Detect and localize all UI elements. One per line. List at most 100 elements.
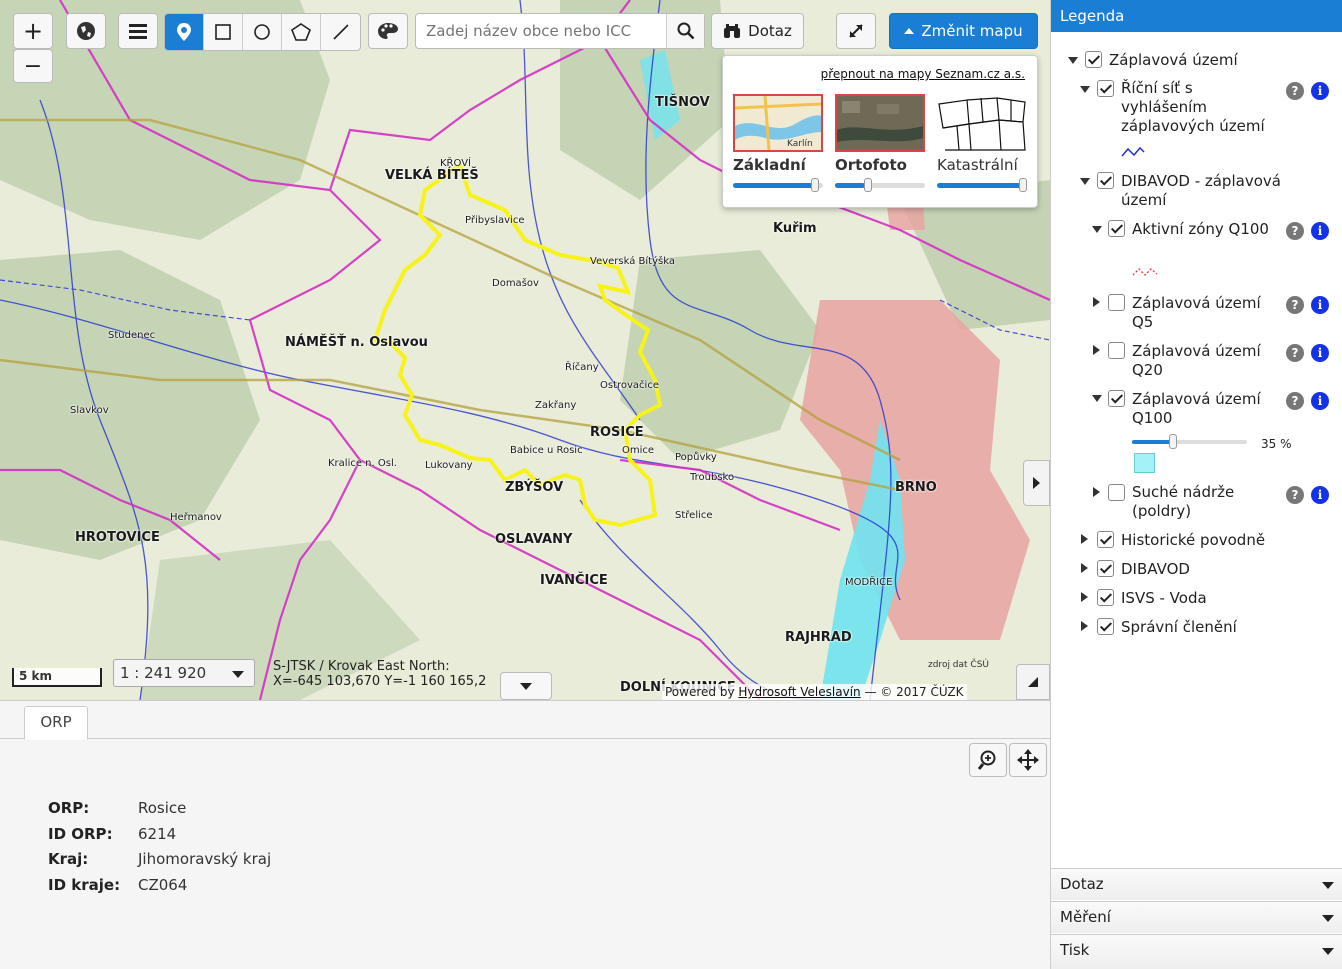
- layer-q5[interactable]: Záplavová území Q5: [1132, 294, 1272, 332]
- info-icon[interactable]: i: [1311, 82, 1329, 100]
- slider-fill: [937, 183, 1023, 188]
- layer-dibavod-zaplavova[interactable]: DIBAVOD - záplavová území: [1121, 172, 1301, 210]
- layer-ricni-sit[interactable]: Říční síť s vyhlášením záplavových území: [1121, 79, 1271, 136]
- map-view[interactable]: TIŠNOV VELKÁ BÍTEŠ KŘOVÍ NÁMĚŠŤ n. Oslavou R…: [0, 0, 1050, 700]
- expand-arrow-icon[interactable]: [1081, 534, 1088, 544]
- scale-bar: 5 km: [12, 668, 102, 687]
- expand-arrow-icon[interactable]: [1081, 592, 1088, 602]
- draw-polygon-button[interactable]: [282, 14, 321, 50]
- draw-line-button[interactable]: [321, 14, 360, 50]
- checkbox-spravni[interactable]: [1097, 618, 1114, 635]
- info-icon[interactable]: i: [1311, 392, 1329, 410]
- scale-select[interactable]: 1 : 241 920: [113, 659, 255, 687]
- river-network-symbol: [1121, 146, 1145, 157]
- zoom-in-button[interactable]: +: [13, 13, 53, 49]
- checkbox-historicke[interactable]: [1097, 531, 1114, 548]
- search-button[interactable]: [666, 14, 704, 48]
- checkbox-q100[interactable]: [1108, 390, 1125, 407]
- zoom-to-feature-button[interactable]: [969, 743, 1007, 777]
- globe-button[interactable]: [66, 13, 106, 49]
- help-icon[interactable]: ?: [1286, 344, 1304, 362]
- slider-handle[interactable]: [1169, 434, 1178, 449]
- q100-opacity-slider[interactable]: [1132, 434, 1247, 449]
- expand-arrow-icon[interactable]: [1081, 563, 1088, 573]
- layer-isvs-voda[interactable]: ISVS - Voda: [1121, 589, 1207, 608]
- checkbox-zaplavova-uzemi[interactable]: [1085, 51, 1102, 68]
- seznam-maps-link[interactable]: přepnout na mapy Seznam.cz a.s.: [821, 67, 1025, 81]
- checkbox-dibavod-zaplavova[interactable]: [1097, 172, 1114, 189]
- checkbox-q5[interactable]: [1108, 294, 1125, 311]
- slider-handle[interactable]: [863, 178, 872, 192]
- accordion-tisk[interactable]: Tisk: [1051, 934, 1342, 969]
- checkbox-suche-nadrze[interactable]: [1108, 484, 1125, 501]
- feature-attributes: ORP: Rosice ID ORP: 6214 Kraj: Jihomoravský k…: [48, 796, 271, 898]
- help-icon[interactable]: ?: [1286, 222, 1304, 240]
- layer-q100[interactable]: Záplavová území Q100: [1132, 390, 1272, 428]
- search-input[interactable]: [416, 14, 666, 48]
- collapse-arrow-icon[interactable]: [1080, 178, 1090, 185]
- draw-circle-button[interactable]: [243, 14, 282, 50]
- expand-arrow-icon[interactable]: [1093, 297, 1100, 307]
- accordion-mereni[interactable]: Měření: [1051, 901, 1342, 933]
- attribute-row: ID kraje: CZ064: [48, 873, 271, 899]
- attribute-row: ID ORP: 6214: [48, 822, 271, 848]
- draw-point-button[interactable]: [165, 14, 204, 50]
- expand-arrow-icon[interactable]: [1081, 621, 1088, 631]
- basemap-cadastral-opacity-slider[interactable]: [937, 178, 1027, 192]
- info-icon[interactable]: i: [1311, 486, 1329, 504]
- layer-historicke-povodne[interactable]: Historické povodně: [1121, 531, 1265, 550]
- layer-q20[interactable]: Záplavová území Q20: [1132, 342, 1272, 380]
- basemap-cadastral[interactable]: Katastrální: [937, 94, 1027, 192]
- info-icon[interactable]: i: [1311, 222, 1329, 240]
- basemap-basic[interactable]: Karlín Základní: [733, 94, 823, 192]
- checkbox-aktivni-zony[interactable]: [1108, 220, 1125, 237]
- layer-suche-nadrze[interactable]: Suché nádrže (poldry): [1132, 483, 1272, 521]
- collapse-arrow-icon[interactable]: [1068, 57, 1078, 64]
- expand-panel-button[interactable]: [1023, 460, 1050, 506]
- help-icon[interactable]: ?: [1286, 82, 1304, 100]
- collapse-arrow-icon[interactable]: [1092, 226, 1102, 233]
- place-label: Lukovany: [425, 460, 473, 471]
- attribution-link[interactable]: Hydrosoft Veleslavín: [738, 685, 860, 699]
- resize-corner-button[interactable]: [1016, 664, 1050, 700]
- basemap-ortho-opacity-slider[interactable]: [835, 178, 925, 192]
- tab-orp[interactable]: ORP: [24, 706, 88, 740]
- caret-up-icon: [904, 28, 915, 34]
- zoom-out-button[interactable]: −: [13, 49, 53, 83]
- slider-handle[interactable]: [810, 178, 819, 192]
- fullscreen-button[interactable]: [836, 13, 876, 49]
- change-map-button[interactable]: Změnit mapu: [889, 13, 1038, 49]
- checkbox-isvs[interactable]: [1097, 589, 1114, 606]
- slider-handle[interactable]: [1019, 178, 1027, 192]
- basemap-basic-thumbnail[interactable]: Karlín: [733, 94, 823, 152]
- checkbox-dibavod[interactable]: [1097, 560, 1114, 577]
- accordion-dotaz[interactable]: Dotaz: [1051, 868, 1342, 900]
- coordinate-toggle-button[interactable]: [500, 672, 552, 700]
- palette-button[interactable]: [368, 13, 408, 49]
- query-button[interactable]: Dotaz: [711, 13, 804, 49]
- draw-rectangle-button[interactable]: [204, 14, 243, 50]
- expand-arrow-icon[interactable]: [1093, 487, 1100, 497]
- basemap-cadastral-thumbnail[interactable]: [937, 94, 1027, 152]
- layers-menu-button[interactable]: [118, 13, 158, 49]
- help-icon[interactable]: ?: [1286, 392, 1304, 410]
- layer-spravni-cleneni[interactable]: Správní členění: [1121, 618, 1237, 637]
- checkbox-ricni-sit[interactable]: [1097, 80, 1114, 97]
- help-icon[interactable]: ?: [1286, 296, 1304, 314]
- expand-arrow-icon[interactable]: [1093, 345, 1100, 355]
- pan-to-feature-button[interactable]: [1009, 743, 1047, 777]
- slider-fill: [1132, 440, 1173, 444]
- info-icon[interactable]: i: [1311, 344, 1329, 362]
- basemap-basic-opacity-slider[interactable]: [733, 178, 823, 192]
- layer-dibavod[interactable]: DIBAVOD: [1121, 560, 1190, 579]
- collapse-arrow-icon[interactable]: [1092, 395, 1102, 402]
- help-icon[interactable]: ?: [1286, 486, 1304, 504]
- layer-zaplavova-uzemi[interactable]: Záplavová území: [1109, 51, 1238, 70]
- layer-aktivni-zony[interactable]: Aktivní zóny Q100: [1132, 220, 1272, 239]
- collapse-arrow-icon[interactable]: [1080, 86, 1090, 93]
- info-icon[interactable]: i: [1311, 296, 1329, 314]
- legend-header[interactable]: Legenda: [1051, 0, 1342, 32]
- basemap-ortho-thumbnail[interactable]: [835, 94, 925, 152]
- checkbox-q20[interactable]: [1108, 342, 1125, 359]
- basemap-ortho[interactable]: Ortofoto: [835, 94, 925, 192]
